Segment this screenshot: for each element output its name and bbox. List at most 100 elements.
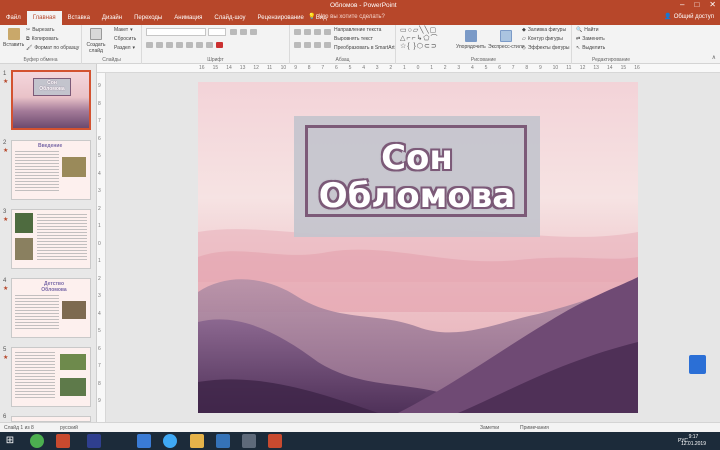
tab-slideshow[interactable]: Слайд-шоу bbox=[208, 11, 251, 25]
powerpoint-active-icon[interactable] bbox=[268, 434, 282, 448]
font-size-combo[interactable] bbox=[208, 28, 226, 36]
align-text-button[interactable]: Выровнять текст bbox=[334, 36, 373, 42]
ruler-tick: 6 bbox=[335, 65, 338, 71]
editing-group: 🔍 Найти ⇄ Заменить ↖ Выделить Редактировани… bbox=[572, 25, 650, 64]
comments-button[interactable]: Примечания bbox=[520, 425, 549, 431]
replace-button[interactable]: ⇄ Заменить bbox=[576, 36, 605, 42]
spacing-icon[interactable] bbox=[196, 42, 203, 48]
replace-icon: ⇄ bbox=[576, 36, 581, 42]
slide-number: 3 bbox=[3, 209, 7, 215]
collapse-ribbon-icon[interactable]: ∧ bbox=[712, 54, 716, 61]
ruler-tick: 13 bbox=[239, 65, 246, 71]
smartart-button[interactable]: Преобразовать в SmartArt bbox=[334, 45, 395, 51]
shrink-font-icon[interactable] bbox=[240, 29, 247, 35]
title-placeholder[interactable]: Сон Обломова bbox=[294, 116, 540, 237]
align-left-icon[interactable] bbox=[294, 42, 301, 48]
tab-home[interactable]: Главная bbox=[26, 11, 62, 25]
ruler-tick: 9 bbox=[539, 65, 542, 71]
tab-animations[interactable]: Анимация bbox=[168, 11, 208, 25]
shadow-icon[interactable] bbox=[176, 42, 183, 48]
quick-styles-button[interactable]: Экспресс-стили bbox=[488, 30, 525, 50]
align-center-icon[interactable] bbox=[304, 42, 311, 48]
font-color-icon[interactable] bbox=[216, 42, 223, 48]
word-icon[interactable] bbox=[216, 434, 230, 448]
select-button[interactable]: ↖ Выделить bbox=[576, 45, 605, 51]
tab-transitions[interactable]: Переходы bbox=[128, 11, 168, 25]
chrome-icon[interactable] bbox=[30, 434, 44, 448]
powerpoint-icon[interactable] bbox=[56, 434, 70, 448]
ruler-tick: 8 bbox=[98, 380, 101, 387]
slide-title-line-1: Сон bbox=[381, 138, 453, 178]
format-painter-button[interactable]: 🖌 Формат по образцу bbox=[26, 45, 79, 51]
ruler-tick: 14 bbox=[226, 65, 232, 71]
strike-icon[interactable] bbox=[186, 42, 193, 48]
align-right-icon[interactable] bbox=[314, 42, 321, 48]
clear-format-icon[interactable] bbox=[250, 29, 257, 35]
steam-icon[interactable] bbox=[242, 434, 256, 448]
reset-button[interactable]: Сбросить bbox=[114, 36, 136, 42]
windows-start-icon[interactable]: ⊞ bbox=[3, 434, 17, 448]
align-buttons bbox=[294, 42, 331, 48]
minimize-button[interactable]: – bbox=[680, 0, 684, 9]
grow-font-icon[interactable] bbox=[230, 29, 237, 35]
ruler-tick: 5 bbox=[348, 65, 352, 71]
system-clock[interactable]: 9:17 12.01.2019 bbox=[681, 434, 706, 448]
shape-effects-button[interactable]: ◇ Эффекты фигуры bbox=[522, 45, 570, 51]
indent-more-icon[interactable] bbox=[324, 29, 331, 35]
ruler-tick: 0 bbox=[98, 240, 101, 247]
ruler-tick: 12 bbox=[253, 65, 259, 71]
justify-icon[interactable] bbox=[324, 42, 331, 48]
maximize-button[interactable]: □ bbox=[694, 0, 699, 9]
ruler-tick: 7 bbox=[98, 363, 101, 369]
skype-icon[interactable] bbox=[163, 434, 177, 448]
layout-button[interactable]: Макет ▾ bbox=[114, 27, 133, 33]
ruler-tick: 2 bbox=[98, 275, 101, 282]
case-icon[interactable] bbox=[206, 42, 213, 48]
star-icon: ★ bbox=[3, 79, 9, 85]
copy-button[interactable]: ⧉ Копировать bbox=[26, 36, 59, 42]
font-style-buttons bbox=[146, 42, 223, 48]
bookmark-icon[interactable] bbox=[689, 355, 706, 374]
numbering-icon[interactable] bbox=[304, 29, 311, 35]
clipboard-group: Вставить ✂ Вырезать ⧉ Копировать 🖌 Формат п… bbox=[0, 25, 82, 64]
bold-icon[interactable] bbox=[146, 42, 153, 48]
shape-fill-button[interactable]: ◆ Заливка фигуры bbox=[522, 27, 566, 33]
bullets-icon[interactable] bbox=[294, 29, 301, 35]
ruler-tick: 7 bbox=[321, 65, 325, 71]
slides-group: Создать слайд Макет ▾ Сбросить Раздел ▾ Сл… bbox=[82, 25, 142, 64]
share-button[interactable]: 👤 Общий доступ bbox=[664, 13, 714, 21]
paste-button[interactable]: Вставить bbox=[3, 28, 24, 48]
photoshop-icon[interactable] bbox=[87, 434, 101, 448]
tell-me-box[interactable]: 💡 Что вы хотите сделать? bbox=[308, 13, 385, 21]
arrange-button[interactable]: Упорядочить bbox=[456, 30, 486, 50]
ruler-tick: 0 bbox=[416, 65, 420, 71]
close-button[interactable]: ✕ bbox=[709, 0, 716, 9]
section-button[interactable]: Раздел ▾ bbox=[114, 45, 135, 51]
language-status[interactable]: русский bbox=[60, 425, 78, 431]
new-slide-button[interactable]: Создать слайд bbox=[85, 28, 107, 54]
edge-icon[interactable] bbox=[137, 434, 151, 448]
tab-file[interactable]: Файл bbox=[0, 11, 27, 25]
font-name-combo[interactable] bbox=[146, 28, 206, 36]
shapes-gallery[interactable]: ▭○▱╲╲▢ △⌐⌐↳⬠⌒ ☆{ }⬡⊂⊃ bbox=[400, 27, 450, 53]
ruler-tick: 3 bbox=[457, 65, 461, 71]
editing-label: Редактирование bbox=[591, 57, 631, 63]
underline-icon[interactable] bbox=[166, 42, 173, 48]
new-slide-icon bbox=[90, 28, 102, 40]
slide-canvas[interactable]: Сон Обломова bbox=[198, 82, 638, 413]
os-taskbar: ⊞ РУС 9:17 12.01.2019 bbox=[0, 432, 720, 450]
italic-icon[interactable] bbox=[156, 42, 163, 48]
star-icon: ★ bbox=[3, 286, 9, 292]
tab-insert[interactable]: Вставка bbox=[62, 11, 96, 25]
indent-less-icon[interactable] bbox=[314, 29, 321, 35]
shape-outline-button[interactable]: ▱ Контур фигуры bbox=[522, 36, 563, 42]
ruler-tick: 3 bbox=[98, 293, 101, 299]
tab-review[interactable]: Рецензирование bbox=[252, 11, 310, 25]
cut-button[interactable]: ✂ Вырезать bbox=[26, 27, 54, 33]
tab-design[interactable]: Дизайн bbox=[96, 11, 128, 25]
ruler-tick: 1 bbox=[430, 65, 433, 71]
explorer-icon[interactable] bbox=[190, 434, 204, 448]
text-direction-button[interactable]: Направление текста bbox=[334, 27, 381, 33]
notes-button[interactable]: Заметки bbox=[480, 425, 499, 431]
find-button[interactable]: 🔍 Найти bbox=[576, 27, 599, 33]
